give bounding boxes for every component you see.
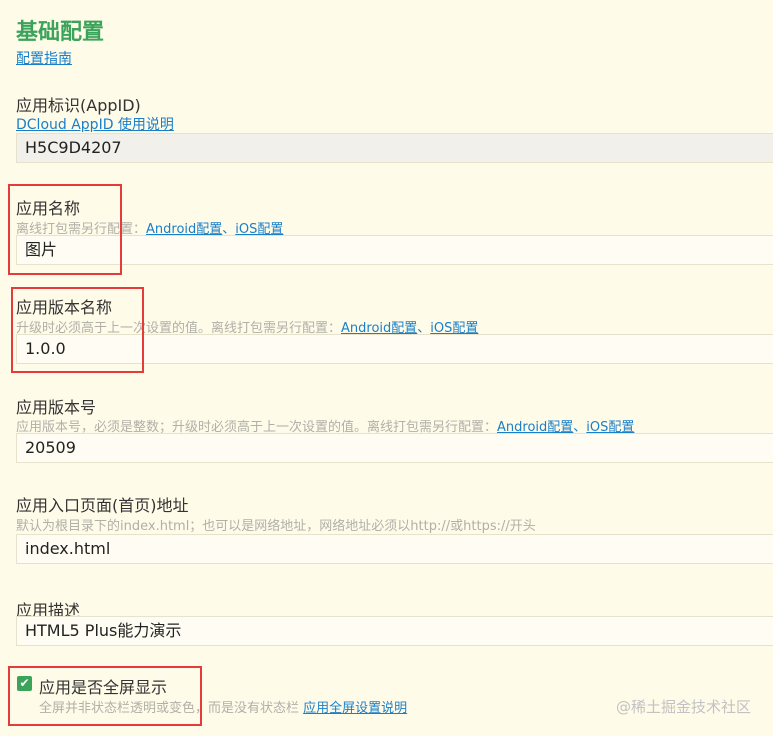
fullscreen-hint-text: 全屏并非状态栏透明或变色，而是没有状态栏 bbox=[39, 701, 300, 716]
version-code-field[interactable]: 20509 bbox=[16, 433, 773, 463]
manifest-basic-config-page: 基础配置 配置指南 应用标识(AppID) DCloud AppID 使用说明 … bbox=[0, 0, 773, 736]
version-name-field[interactable]: 1.0.0 bbox=[16, 334, 773, 364]
entry-page-label: 应用入口页面(首页)地址 bbox=[16, 496, 189, 515]
config-guide-link[interactable]: 配置指南 bbox=[16, 48, 72, 68]
version-code-label: 应用版本号 bbox=[16, 398, 97, 417]
watermark: @稀土掘金技术社区 bbox=[615, 698, 751, 716]
app-name-label: 应用名称 bbox=[16, 199, 81, 218]
section-title: 基础配置 bbox=[16, 20, 105, 45]
fullscreen-label: 应用是否全屏显示 bbox=[39, 678, 168, 697]
app-name-field[interactable]: 图片 bbox=[16, 235, 773, 265]
fullscreen-checkbox[interactable]: ✔ bbox=[17, 676, 32, 691]
fullscreen-hint: 全屏并非状态栏透明或变色，而是没有状态栏 应用全屏设置说明 bbox=[39, 697, 407, 716]
entry-page-hint: 默认为根目录下的index.html；也可以是网络地址，网络地址必须以http:… bbox=[16, 519, 536, 534]
version-name-label: 应用版本名称 bbox=[16, 298, 113, 317]
fullscreen-help-link[interactable]: 应用全屏设置说明 bbox=[303, 701, 407, 716]
description-field[interactable]: HTML5 Plus能力演示 bbox=[16, 616, 773, 646]
entry-page-field[interactable]: index.html bbox=[16, 534, 773, 564]
appid-field[interactable]: H5C9D4207 bbox=[16, 133, 773, 163]
appid-help-link[interactable]: DCloud AppID 使用说明 bbox=[16, 114, 174, 134]
appid-label: 应用标识(AppID) bbox=[16, 96, 141, 115]
